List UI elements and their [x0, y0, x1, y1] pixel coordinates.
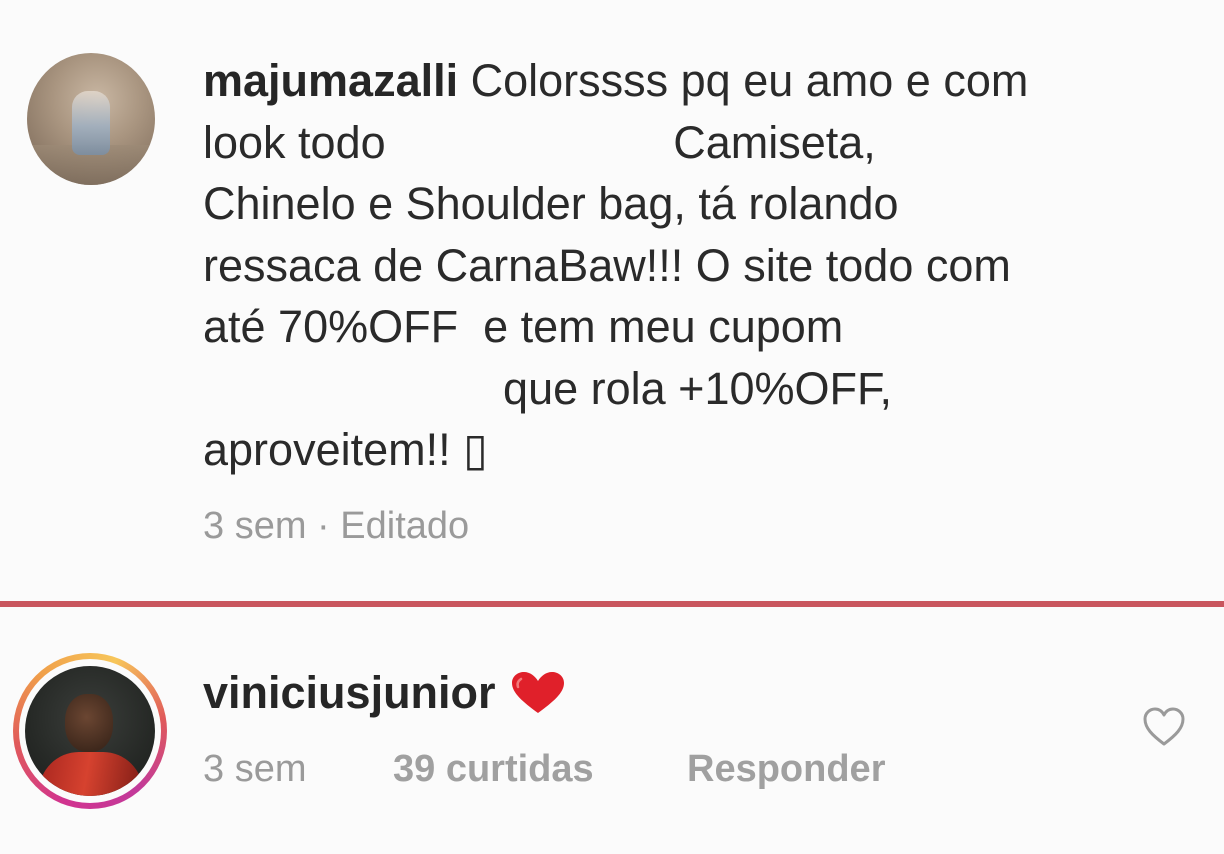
comment-text-line: Chinelo e Shoulder bag, tá rolando — [203, 178, 899, 229]
meta-separator: · — [306, 505, 341, 547]
comment-meta: 3 sem · Editado — [203, 505, 469, 548]
comment-majumazalli: majumazalli Colorssss pq eu amo e com lo… — [0, 0, 1224, 600]
heart-emoji-icon — [512, 672, 564, 713]
comment-username[interactable]: majumazalli — [203, 55, 458, 106]
comment-text: majumazalli Colorssss pq eu amo e com lo… — [203, 50, 1193, 481]
comment-text-segment: Colorssss pq eu amo e com — [458, 55, 1029, 106]
avatar-photo-shirt — [39, 752, 143, 796]
avatar-photo-person — [65, 694, 113, 752]
comment-timestamp[interactable]: 3 sem — [203, 748, 306, 791]
comment-timestamp[interactable]: 3 sem — [203, 505, 306, 547]
avatar[interactable] — [25, 666, 155, 796]
instagram-comments-screen: majumazalli Colorssss pq eu amo e com lo… — [0, 0, 1224, 854]
comment-text-line: look todo Camiseta, — [203, 116, 876, 168]
avatar[interactable] — [27, 53, 155, 185]
reply-button[interactable]: Responder — [687, 748, 885, 791]
heart-outline-icon[interactable] — [1141, 705, 1187, 749]
comment-text-line: até 70%OFF e tem meu cupom — [203, 301, 844, 352]
divider-line — [0, 601, 1224, 607]
comment-text-line: que rola +10%OFF, — [203, 362, 893, 414]
comment-text-line: ressaca de CarnaBaw!!! O site todo com — [203, 239, 1011, 291]
comment-username[interactable]: viniciusjunior — [203, 662, 496, 724]
likes-count[interactable]: 39 curtidas — [393, 748, 594, 791]
comment-text-line: aproveitem!! ▯ — [203, 424, 488, 475]
comment-text-line: majumazalli Colorssss pq eu amo e com — [203, 50, 1193, 112]
avatar-photo-person — [72, 91, 110, 155]
edited-label: Editado — [340, 505, 470, 547]
